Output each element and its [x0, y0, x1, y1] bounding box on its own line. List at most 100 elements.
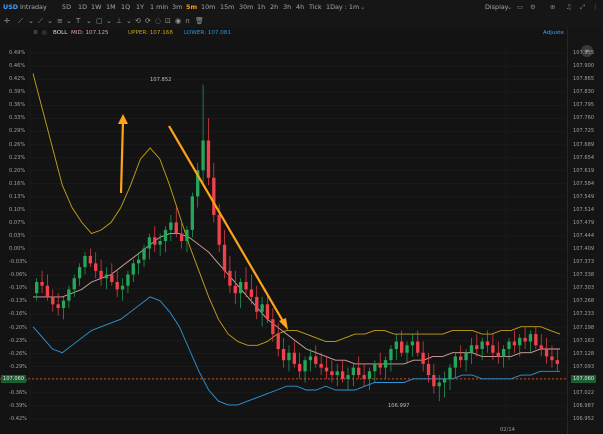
- percent-tick-label: 0.36%: [9, 102, 26, 109]
- down-arrow-shaft: [168, 125, 285, 324]
- percent-tick-label: -0.26%: [9, 350, 28, 357]
- candle-body: [432, 375, 436, 387]
- candle-body: [190, 196, 195, 230]
- price-tick-label: 107.163: [573, 337, 595, 344]
- candle-body: [416, 341, 420, 353]
- up-arrow-shaft: [119, 120, 125, 194]
- candle-body: [550, 356, 554, 361]
- price-tick-label: 107.093: [573, 363, 595, 370]
- price-tick-label: 107.409: [573, 246, 595, 253]
- candle-body: [126, 274, 130, 286]
- candle-body: [303, 360, 307, 372]
- candle-body: [459, 356, 463, 361]
- candle-body: [163, 229, 168, 242]
- candle-body: [169, 222, 173, 230]
- candle-body: [383, 360, 388, 368]
- candle-body: [340, 371, 345, 379]
- candle-body: [475, 345, 479, 350]
- candle-body: [217, 214, 221, 245]
- price-tick-label: 107.865: [573, 76, 595, 83]
- candle-body: [319, 363, 323, 368]
- candle-body: [437, 382, 441, 387]
- candle-body: [67, 289, 71, 301]
- candle-body: [523, 337, 527, 342]
- percent-tick-label: -0.03%: [9, 259, 28, 266]
- percent-tick-label: 0.13%: [9, 193, 26, 200]
- price-tick-label: 107.198: [573, 324, 595, 331]
- percent-tick-label: 0.03%: [9, 233, 26, 239]
- candle-body: [276, 334, 280, 350]
- candle-body: [271, 319, 275, 335]
- candle-body: [158, 241, 162, 245]
- percent-tick-label: 0.46%: [9, 63, 26, 70]
- candle-body: [314, 356, 318, 364]
- candle-body: [88, 255, 93, 264]
- candle-body: [373, 363, 377, 372]
- candle-body: [534, 334, 538, 346]
- percent-tick-label: 0.39%: [9, 89, 26, 96]
- ref-price-tag: 107.060: [1, 374, 27, 383]
- low-label: 106.997: [388, 403, 409, 409]
- percent-tick-label: 0.49%: [9, 50, 26, 56]
- down-arrow-head: [279, 318, 288, 330]
- candle-body: [244, 281, 248, 290]
- candle-body: [442, 378, 447, 383]
- candle-body: [147, 237, 152, 249]
- candle-body: [544, 349, 549, 357]
- candle-body: [265, 304, 270, 320]
- candle-body: [222, 244, 227, 271]
- price-tick-label: 107.725: [573, 128, 595, 135]
- high-label: 107.852: [150, 77, 171, 83]
- candle-body: [99, 270, 103, 279]
- candle-body: [496, 352, 500, 357]
- price-tick-label: 107.900: [573, 63, 595, 70]
- candle-body: [394, 341, 398, 350]
- candle-body: [410, 341, 415, 346]
- candle-body: [115, 281, 119, 290]
- candlestick-chart[interactable]: 107.852 106.997 02/14: [0, 0, 603, 434]
- price-tick-label: 107.689: [573, 141, 595, 148]
- percent-tick-label: -0.29%: [9, 363, 28, 370]
- candle-body: [206, 140, 211, 178]
- price-tick-label: 107.514: [573, 206, 595, 213]
- price-tick-label: 107.268: [573, 298, 595, 305]
- candle-body: [405, 345, 409, 353]
- candle-body: [238, 281, 243, 294]
- candle-body: [45, 285, 50, 297]
- candle-body: [249, 289, 254, 297]
- percent-tick-label: -0.06%: [9, 272, 28, 279]
- candle-body: [518, 337, 522, 346]
- percent-tick-label: -0.20%: [9, 324, 28, 331]
- price-tick-label: 107.619: [573, 167, 595, 174]
- candle-body: [453, 356, 458, 368]
- candle-body: [448, 367, 452, 379]
- candle-body: [153, 237, 157, 245]
- candle-body: [469, 345, 474, 353]
- candle-body: [120, 285, 125, 290]
- candle-body: [287, 352, 291, 361]
- price-tick-label: 106.987: [573, 402, 595, 409]
- candle-body: [308, 356, 313, 361]
- boll-upper-line: [32, 73, 561, 346]
- chart-grid: [0, 45, 567, 425]
- price-tick-label: 107.444: [573, 233, 595, 239]
- price-tick-label: 107.760: [573, 115, 595, 122]
- price-tick-label: 107.654: [573, 154, 595, 161]
- candle-body: [335, 371, 339, 376]
- price-tick-label: 107.584: [573, 180, 595, 187]
- candle-body: [131, 263, 135, 275]
- percent-tick-label: -0.23%: [9, 337, 28, 344]
- candle-body: [362, 375, 366, 379]
- candle-body: [330, 371, 334, 376]
- price-tick-label: 107.479: [573, 219, 595, 226]
- candle-body: [399, 341, 404, 353]
- candle-body: [61, 300, 66, 309]
- percent-tick-label: -0.42%: [9, 416, 28, 422]
- candle-body: [260, 304, 264, 312]
- price-tick-label: 107.373: [573, 259, 595, 266]
- candle-body: [539, 345, 543, 350]
- boll-lower-line: [32, 296, 560, 406]
- candle-body: [507, 341, 511, 350]
- percent-tick-label: 0.23%: [9, 154, 26, 161]
- candle-body: [40, 281, 44, 286]
